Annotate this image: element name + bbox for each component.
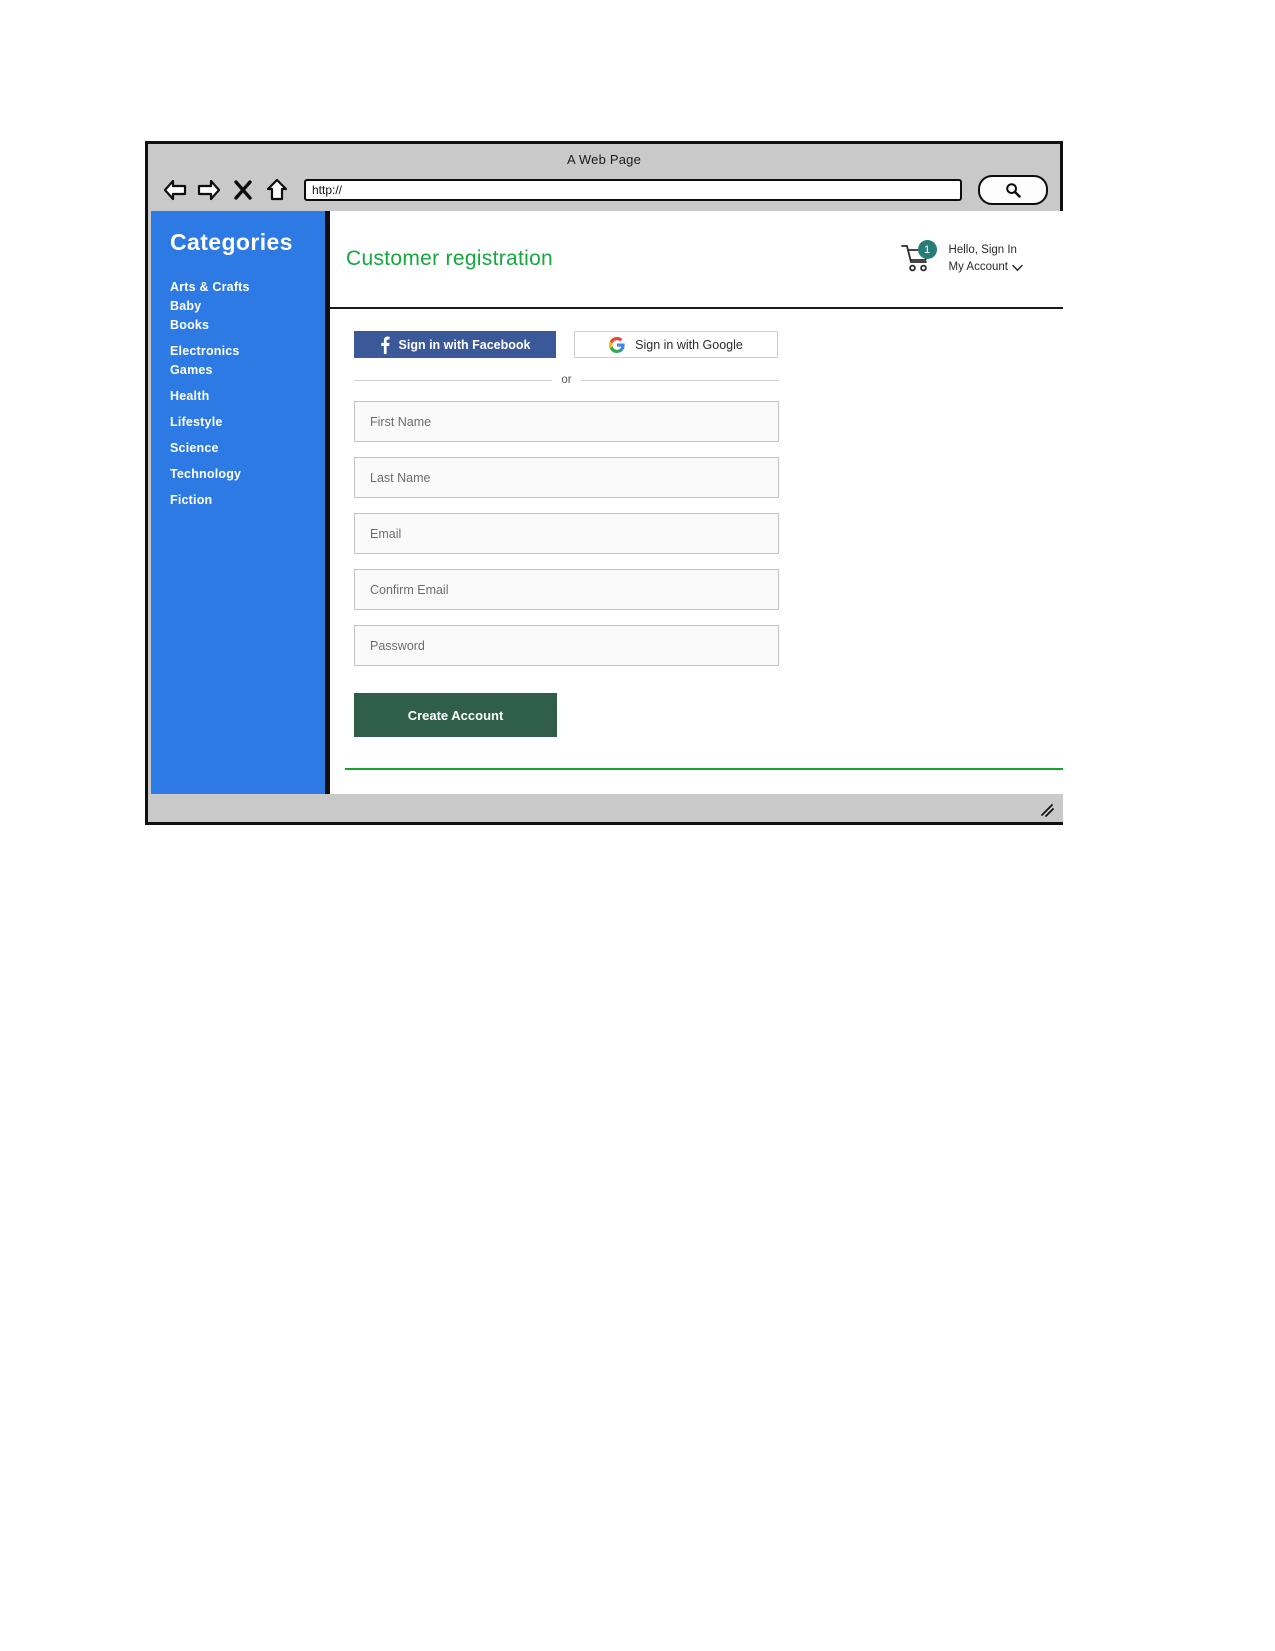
sidebar-item-label: Technology [170,467,242,481]
sidebar-item-arts-crafts[interactable]: Arts & Crafts [170,278,325,297]
password-input[interactable]: Password [354,625,779,666]
content-area: Customer registration 1 Hello, Sign In M… [328,211,1063,797]
or-divider: or [354,374,780,386]
search-icon [1006,183,1021,198]
sidebar-item-health[interactable]: Health [170,387,325,406]
back-arrow-icon[interactable] [160,175,190,205]
browser-footer [151,794,1063,822]
google-signin-button[interactable]: Sign in with Google [574,331,778,358]
sidebar-item-science[interactable]: Science [170,439,325,458]
browser-search-button[interactable] [978,175,1048,205]
cart-count-badge: 1 [917,240,937,259]
sidebar-item-label: Games [170,363,213,377]
header-right-group: 1 Hello, Sign In My Account [899,240,1023,276]
create-account-button[interactable]: Create Account [354,693,557,737]
email-placeholder: Email [370,526,402,541]
social-signin-row: Sign in with Facebook Sign in with Googl… [354,331,779,358]
sidebar-item-electronics[interactable]: Electronics [170,342,325,361]
sidebar-item-technology[interactable]: Technology [170,465,325,484]
account-label: My Account [948,261,1008,273]
page-header: Customer registration 1 Hello, Sign In M… [330,211,1063,309]
browser-window-title: A Web Page [566,151,642,167]
sidebar-item-label: Health [170,389,210,403]
sidebar-item-games[interactable]: Games [170,361,325,380]
sidebar-item-books[interactable]: Books [170,316,325,335]
page-title: Customer registration [346,247,554,270]
page-viewport: Categories Arts & Crafts Baby Books Elec… [151,211,1063,797]
google-icon [609,336,625,353]
url-text: http:// [312,183,343,197]
confirm-email-placeholder: Confirm Email [370,582,449,597]
sidebar-item-lifestyle[interactable]: Lifestyle [170,413,325,432]
sidebar-title: Categories [170,229,293,255]
sidebar-item-baby[interactable]: Baby [170,297,325,316]
home-icon[interactable] [262,175,292,205]
sidebar-item-fiction[interactable]: Fiction [170,491,325,510]
sidebar-item-label: Arts & Crafts [170,280,250,294]
browser-window: A Web Page http:// Categories Arts & Cra… [145,141,1063,825]
facebook-signin-label: Sign in with Facebook [398,337,531,352]
sidebar-item-label: Electronics [170,344,240,358]
divider-rule-right [580,379,780,381]
browser-toolbar: http:// [148,168,1060,212]
sidebar-item-label: Books [170,318,210,332]
registration-form: Sign in with Facebook Sign in with Googl… [330,309,1063,797]
google-signin-label: Sign in with Google [635,337,743,352]
facebook-icon [380,336,390,354]
account-menu[interactable]: Hello, Sign In My Account [949,242,1023,276]
last-name-input[interactable]: Last Name [354,457,779,498]
url-bar[interactable]: http:// [304,179,962,201]
sidebar: Categories Arts & Crafts Baby Books Elec… [151,211,328,797]
last-name-placeholder: Last Name [370,470,431,485]
password-placeholder: Password [370,638,425,653]
forward-arrow-icon[interactable] [194,175,224,205]
email-input[interactable]: Email [354,513,779,554]
close-x-icon[interactable] [228,175,258,205]
sidebar-item-label: Fiction [170,493,213,507]
facebook-signin-button[interactable]: Sign in with Facebook [354,331,556,358]
sidebar-item-label: Lifestyle [170,415,223,429]
divider-rule-left [354,379,553,381]
confirm-email-input[interactable]: Confirm Email [354,569,779,610]
or-label: or [561,374,572,386]
first-name-input[interactable]: First Name [354,401,779,442]
create-account-label: Create Account [407,707,504,723]
greeting-text: Hello, Sign In [948,244,1017,256]
resize-handle-icon[interactable] [1039,802,1055,818]
first-name-placeholder: First Name [370,414,432,429]
footer-divider [345,768,1063,770]
sidebar-item-label: Baby [170,299,202,313]
chevron-down-icon [1012,264,1023,271]
sidebar-item-label: Science [170,441,219,455]
cart-button[interactable]: 1 [899,240,937,276]
